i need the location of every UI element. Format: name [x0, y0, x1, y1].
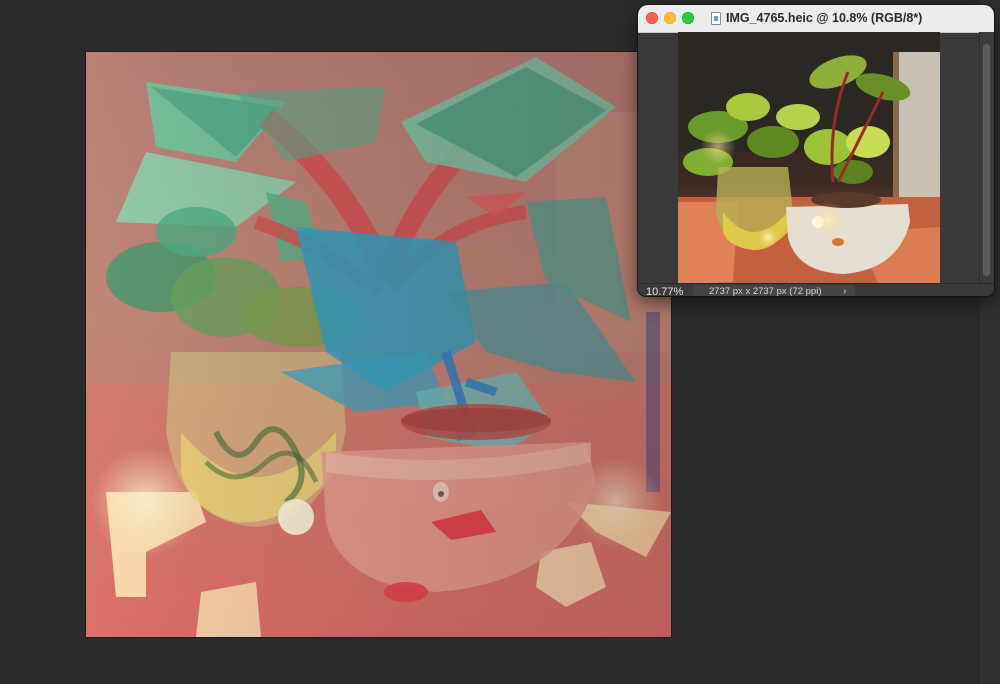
photo-preview — [678, 32, 940, 285]
scrollbar-thumb[interactable] — [983, 44, 990, 276]
document-canvas[interactable] — [86, 52, 671, 637]
document-preview-image[interactable] — [678, 32, 940, 285]
window-title: IMG_4765.heic @ 10.8% (RGB/8*) — [726, 11, 923, 25]
canvas-artwork — [86, 52, 671, 637]
chevron-right-icon[interactable]: › — [843, 285, 846, 296]
maximize-icon[interactable] — [682, 12, 694, 24]
document-size-info: 2737 px x 2737 px (72 ppi) — [693, 285, 855, 296]
close-icon[interactable] — [646, 12, 658, 24]
window-statusbar: 10.77% 2737 px x 2737 px (72 ppi) › — [638, 283, 994, 296]
document-window[interactable]: IMG_4765.heic @ 10.8% (RGB/8*) 10.77% 27… — [638, 5, 994, 296]
window-vertical-scrollbar[interactable] — [979, 32, 994, 285]
zoom-level-field[interactable]: 10.77% — [640, 285, 692, 296]
image-file-icon — [711, 12, 721, 25]
window-titlebar[interactable]: IMG_4765.heic @ 10.8% (RGB/8*) — [638, 5, 994, 33]
minimize-icon[interactable] — [664, 12, 676, 24]
